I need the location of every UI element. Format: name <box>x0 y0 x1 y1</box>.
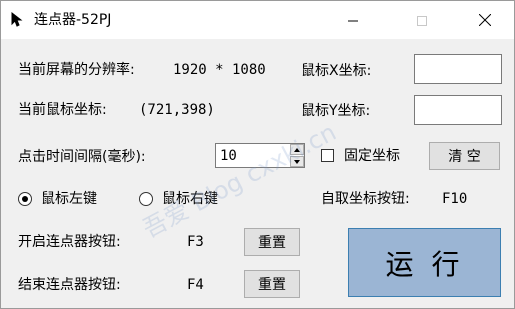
left-click-label: 鼠标左键 <box>41 191 97 207</box>
mouse-x-label: 鼠标X坐标: <box>301 63 372 79</box>
mouse-y-label: 鼠标Y坐标: <box>301 103 371 119</box>
start-key-value: F3 <box>187 234 204 250</box>
left-click-radio[interactable] <box>18 192 32 206</box>
reset-start-label: 重置 <box>258 235 286 251</box>
capture-key-value: F10 <box>442 191 468 207</box>
interval-label: 点击时间间隔(毫秒): <box>18 149 146 165</box>
minimize-button[interactable] <box>330 1 376 39</box>
clear-button[interactable]: 清 空 <box>429 142 500 170</box>
close-icon <box>478 11 492 30</box>
run-button[interactable]: 运行 <box>348 228 501 297</box>
app-window: 连点器-52PJ 当前屏幕的分辨率: 1920 * 1080 鼠标X坐标: 当前… <box>0 0 515 309</box>
watermark: 吾爱 Blog cxxki.cn <box>138 117 341 244</box>
close-button[interactable] <box>462 1 508 39</box>
start-key-label: 开启连点器按钮: <box>18 234 121 250</box>
reset-stop-key-button[interactable]: 重置 <box>244 270 300 298</box>
reset-stop-label: 重置 <box>258 277 286 293</box>
screen-resolution-value: 1920 * 1080 <box>173 62 266 78</box>
fixed-coord-label: 固定坐标 <box>344 148 400 164</box>
reset-start-key-button[interactable]: 重置 <box>244 228 300 256</box>
title-bar: 连点器-52PJ <box>1 1 514 39</box>
maximize-button[interactable] <box>399 1 445 39</box>
mouse-x-input[interactable] <box>414 54 502 84</box>
minimize-icon <box>348 11 358 30</box>
mouse-coord-label: 当前鼠标坐标: <box>18 102 107 118</box>
app-arrow-icon <box>10 11 26 27</box>
radio-selected-dot <box>22 196 28 202</box>
run-button-label: 运行 <box>385 247 478 281</box>
mouse-coord-value: (721,398) <box>139 102 215 118</box>
screen-resolution-label: 当前屏幕的分辨率: <box>18 62 135 78</box>
clear-button-label: 清 空 <box>448 149 481 165</box>
stop-key-value: F4 <box>187 277 204 293</box>
maximize-icon <box>417 11 427 30</box>
window-title: 连点器-52PJ <box>34 12 112 28</box>
mouse-y-input[interactable] <box>414 95 502 125</box>
stop-key-label: 结束连点器按钮: <box>18 277 121 293</box>
capture-key-label: 自取坐标按钮: <box>321 191 410 207</box>
